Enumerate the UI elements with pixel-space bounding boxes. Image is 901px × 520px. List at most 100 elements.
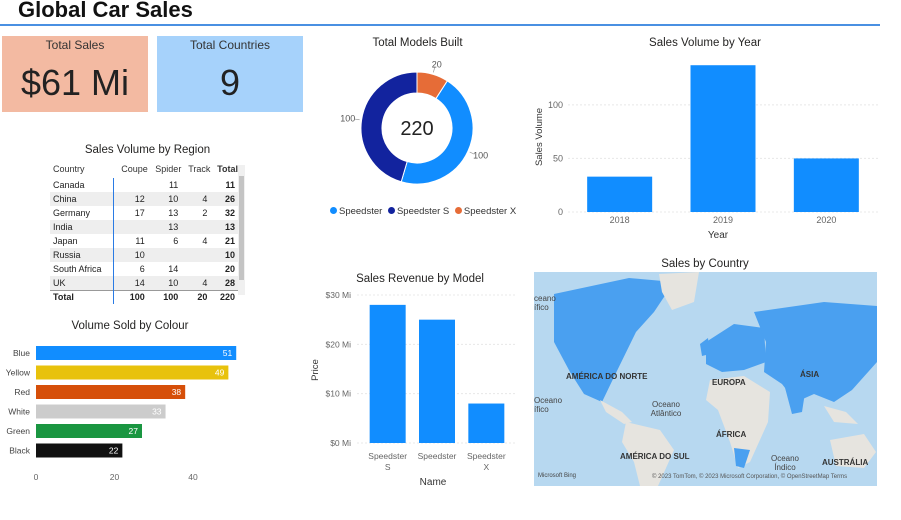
map-label-africa: ÁFRICA — [716, 430, 747, 439]
table-cell: 10 — [147, 276, 182, 290]
year-chart-title: Sales Volume by Year — [649, 37, 761, 49]
table-cell: 14 — [168, 264, 179, 274]
y-tick-label: 100 — [548, 100, 563, 110]
revenue-bar — [369, 304, 406, 443]
total-sales-value: $61 Mi — [20, 62, 130, 103]
models-donut-chart[interactable]: 100 100 20 220 — [320, 55, 520, 200]
sales-map[interactable]: ceano ífico Oceano ífico Oceano Atlântico… — [534, 272, 877, 486]
table-row[interactable]: South Africa 6 14 20 — [50, 262, 238, 276]
land-india — [784, 384, 806, 414]
donut-data-label: 20 — [432, 60, 442, 70]
x-tick-label: 40 — [188, 472, 198, 482]
table-cell — [181, 262, 210, 276]
table-cell: 10 — [210, 248, 238, 262]
year-bar — [587, 176, 653, 212]
table-row[interactable]: Russia 10 10 — [50, 248, 238, 262]
table-cell: India — [50, 220, 115, 234]
map-ocean-label: Oceano Atlântico — [650, 400, 682, 418]
map-attribution[interactable]: © 2023 TomTom, © 2023 Microsoft Corporat… — [652, 474, 847, 480]
table-header-cell[interactable]: Country — [50, 160, 114, 178]
table-row[interactable]: Japan 11 6 4 21 — [50, 234, 238, 248]
year-bar — [690, 65, 756, 212]
colour-bar — [36, 385, 186, 399]
y-tick-label: 0 — [558, 207, 563, 217]
table-row[interactable]: Germany 17 13 2 32 — [50, 206, 238, 220]
year-bar — [793, 158, 859, 212]
x-tick-label: 20 — [110, 472, 120, 482]
legend-dot — [387, 207, 395, 214]
total-sales-label: Total Sales — [45, 38, 105, 52]
map-label-europe: EUROPA — [712, 378, 746, 387]
table-header-cell[interactable]: Total — [210, 160, 238, 178]
map-ocean-label: ceano ífico — [534, 294, 556, 312]
y-tick-label: $0 Mi — [330, 438, 351, 448]
x-tick-label: X — [483, 462, 489, 472]
table-scroll-thumb[interactable] — [239, 176, 244, 280]
table-cell: South Africa — [50, 262, 115, 276]
region-table[interactable]: Country Coupe Spider Track Total Canada 11 11 C… — [50, 160, 246, 304]
table-row[interactable]: UK 14 10 4 28 — [50, 276, 238, 290]
table-cell: 21 — [224, 236, 235, 246]
revenue-bar — [468, 403, 505, 443]
donut-data-label: 100 — [340, 114, 355, 124]
table-cell: 10 — [113, 248, 148, 262]
table-cell: 2 — [202, 208, 208, 218]
bar-data-label: 27 — [129, 426, 139, 436]
table-cell: 13 — [210, 220, 238, 234]
x-tick-label: 2019 — [713, 215, 733, 225]
map-label-south-america: AMÉRICA DO SUL — [620, 452, 690, 461]
table-cell: 14 — [113, 276, 148, 290]
legend-item-speedster-x[interactable]: Speedster X — [452, 206, 516, 217]
colour-bar-chart[interactable]: Blue 51 Yellow 49 Red 38 White 33 Green 27 Black 22… — [0, 338, 250, 488]
total-sales-card[interactable]: Total Sales $61 Mi — [2, 36, 148, 112]
table-cell: 6 — [173, 236, 179, 246]
map-provider-logo: Microsoft Bing — [538, 473, 577, 479]
x-tick-label: Speedster — [418, 451, 457, 461]
map-title: Sales by Country — [661, 258, 749, 270]
dashboard-title: Global Car Sales — [18, 0, 193, 22]
models-legend: Speedster Speedster S Speedster X — [330, 206, 516, 217]
table-cell — [114, 178, 148, 192]
colour-bar — [36, 346, 237, 360]
table-cell: 13 — [168, 208, 179, 218]
land-se-asia — [824, 406, 858, 424]
category-label: White — [8, 407, 30, 417]
table-header-cell[interactable]: Spider — [148, 160, 181, 178]
bar-data-label: 49 — [215, 368, 225, 378]
land-europe — [706, 324, 766, 372]
table-cell: 12 — [113, 192, 148, 206]
x-tick-label: 0 — [34, 472, 39, 482]
table-cell: 10 — [147, 192, 182, 206]
table-header-cell[interactable]: Coupe — [114, 160, 148, 178]
table-total-cell: 220 — [210, 289, 238, 304]
table-cell: 4 — [181, 192, 211, 206]
total-countries-card[interactable]: Total Countries 9 — [157, 36, 303, 112]
legend-item-speedster-s[interactable]: Speedster S — [385, 206, 449, 217]
bar-data-label: 33 — [152, 407, 162, 417]
table-row[interactable]: Canada 11 11 — [50, 178, 238, 192]
table-total-cell: 100 — [113, 289, 148, 304]
donut-center-value: 220 — [400, 118, 433, 140]
y-tick-label: $10 Mi — [325, 389, 351, 399]
table-cell: Russia — [50, 248, 115, 262]
table-row[interactable]: China 12 10 4 26 — [50, 192, 238, 206]
table-cell: Canada — [50, 178, 115, 192]
revenue-bar-chart[interactable]: $0 Mi$10 Mi$20 Mi$30 MiSpeedsterSSpeedst… — [305, 285, 520, 490]
table-cell: 32 — [224, 208, 235, 218]
colour-bar — [36, 424, 142, 438]
table-header-cell[interactable]: Track — [181, 160, 210, 178]
map-ocean-label: Oceano Índico — [770, 454, 800, 472]
bar-data-label: 51 — [223, 348, 233, 358]
year-bar-chart[interactable]: 0 50 100 2018 2019 2020 Year Sales Volume — [530, 50, 880, 245]
legend-item-speedster[interactable]: Speedster — [330, 206, 382, 217]
x-tick-label: 2020 — [816, 215, 836, 225]
y-axis-title: Price — [310, 359, 321, 381]
bar-data-label: 22 — [109, 446, 119, 456]
table-cell: 11 — [168, 180, 179, 190]
table-cell: Japan — [50, 234, 115, 248]
land-greenland — [659, 272, 699, 310]
map-label-north-america: AMÉRICA DO NORTE — [566, 372, 648, 381]
table-row[interactable]: India 13 13 — [50, 220, 238, 234]
table-cell: 6 — [139, 264, 145, 274]
legend-dot — [454, 207, 462, 214]
